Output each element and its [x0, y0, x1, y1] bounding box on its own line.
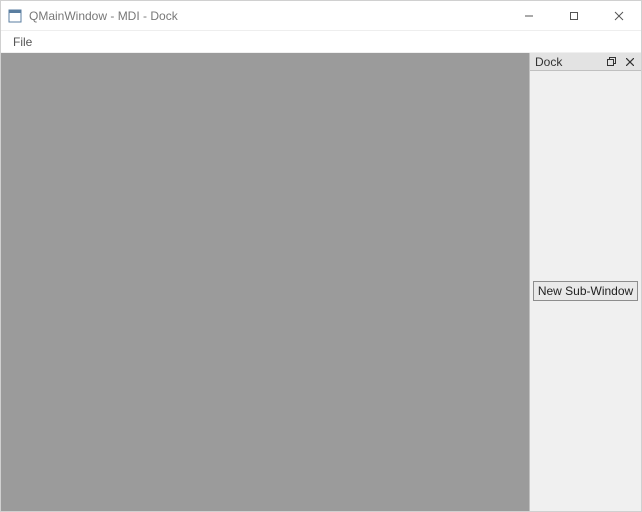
menu-file[interactable]: File	[7, 33, 38, 51]
dock-body: New Sub-Window	[530, 71, 641, 511]
dock-title: Dock	[533, 55, 602, 69]
dock-header[interactable]: Dock	[530, 53, 641, 71]
dock-close-icon[interactable]	[622, 55, 638, 69]
dock-float-icon[interactable]	[604, 55, 620, 69]
new-subwindow-button[interactable]: New Sub-Window	[533, 281, 638, 301]
content-area: Dock New Sub-Window	[1, 53, 641, 511]
menubar: File	[1, 31, 641, 53]
app-icon	[7, 8, 23, 24]
titlebar: QMainWindow - MDI - Dock	[1, 1, 641, 31]
window-title: QMainWindow - MDI - Dock	[29, 9, 506, 23]
dock-panel: Dock New Sub-Window	[529, 53, 641, 511]
close-button[interactable]	[596, 1, 641, 30]
mdi-area[interactable]	[1, 53, 529, 511]
maximize-button[interactable]	[551, 1, 596, 30]
window-controls	[506, 1, 641, 30]
minimize-button[interactable]	[506, 1, 551, 30]
